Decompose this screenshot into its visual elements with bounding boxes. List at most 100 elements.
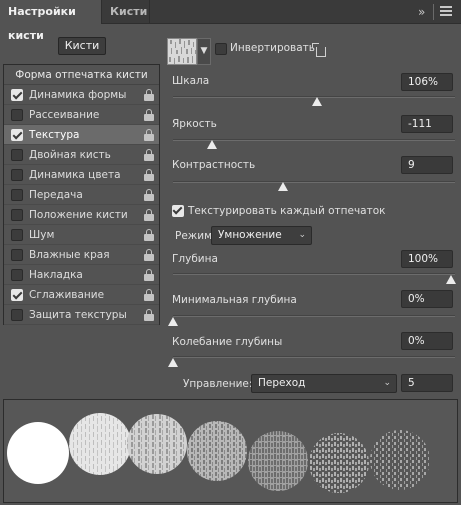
brush-option-item[interactable]: Динамика цвета: [4, 165, 159, 185]
brush-option-item[interactable]: Защита текстуры: [4, 305, 159, 325]
pattern-preview-icon: [168, 39, 196, 64]
brightness-label: Яркость: [172, 118, 217, 130]
brush-dab: [69, 413, 131, 475]
brush-dab: [187, 421, 247, 481]
contrast-slider-track[interactable]: [173, 181, 455, 183]
control-select[interactable]: Переход ⌄: [251, 374, 397, 393]
lock-icon[interactable]: [144, 149, 154, 161]
option-checkbox[interactable]: [11, 109, 23, 121]
brush-settings-list: Форма отпечатка кисти Динамика формы Расс…: [3, 64, 160, 325]
depth-jitter-slider-thumb[interactable]: [168, 358, 178, 367]
depth-jitter-input[interactable]: 0%: [401, 332, 453, 350]
lock-icon[interactable]: [144, 189, 154, 201]
depth-slider-track[interactable]: [173, 273, 455, 275]
mode-select[interactable]: Умножение ⌄: [211, 226, 312, 245]
mode-label: Режим:: [175, 230, 216, 242]
brightness-input[interactable]: -111: [401, 115, 453, 133]
double-chevron-right-icon[interactable]: »: [418, 5, 432, 19]
mode-select-value: Умножение: [218, 229, 282, 241]
brush-dabs-preview: [7, 413, 430, 493]
option-checkbox[interactable]: [11, 189, 23, 201]
min-depth-slider-thumb[interactable]: [168, 317, 178, 326]
option-label: Динамика цвета: [29, 169, 121, 181]
option-checkbox[interactable]: [11, 289, 23, 301]
lock-icon[interactable]: [144, 109, 154, 121]
tab-divider: [433, 4, 434, 20]
tab-brush-settings[interactable]: Настройки кисти: [0, 0, 102, 42]
min-depth-slider-track[interactable]: [173, 315, 455, 317]
brush-option-item[interactable]: Влажные края: [4, 245, 159, 265]
brush-stroke-preview: [3, 399, 458, 503]
brush-tip-shape-header[interactable]: Форма отпечатка кисти: [4, 65, 159, 85]
option-label: Положение кисти: [29, 209, 128, 221]
contrast-label: Контрастность: [172, 159, 256, 171]
brush-dab: [7, 422, 69, 484]
brush-dab: [248, 431, 308, 491]
invert-checkbox[interactable]: [215, 43, 227, 55]
brush-dab: [127, 414, 187, 474]
hamburger-menu-icon[interactable]: [440, 6, 452, 18]
option-checkbox[interactable]: [11, 229, 23, 241]
brush-option-item[interactable]: Динамика формы: [4, 85, 159, 105]
depth-slider-thumb[interactable]: [446, 275, 456, 284]
option-label: Рассеивание: [29, 109, 100, 121]
option-label: Шум: [29, 229, 55, 241]
option-checkbox[interactable]: [11, 89, 23, 101]
lock-icon[interactable]: [144, 89, 154, 101]
texture-pattern-swatch[interactable]: [167, 38, 197, 65]
lock-icon[interactable]: [144, 229, 154, 241]
lock-icon[interactable]: [144, 169, 154, 181]
texture-each-tip-label: Текстурировать каждый отпечаток: [188, 205, 386, 217]
option-checkbox[interactable]: [11, 149, 23, 161]
scale-input[interactable]: 106%: [401, 73, 453, 91]
brush-option-item[interactable]: Положение кисти: [4, 205, 159, 225]
brush-option-item[interactable]: Передача: [4, 185, 159, 205]
lock-icon[interactable]: [144, 249, 154, 261]
contrast-input[interactable]: 9: [401, 156, 453, 174]
tab-brushes[interactable]: Кисти: [102, 0, 150, 24]
lock-icon[interactable]: [144, 289, 154, 301]
option-checkbox[interactable]: [11, 249, 23, 261]
option-label: Сглаживание: [29, 289, 105, 301]
option-checkbox[interactable]: [11, 209, 23, 221]
brush-dab: [370, 430, 430, 490]
scale-label: Шкала: [172, 75, 210, 87]
reset-icon[interactable]: [312, 43, 326, 57]
chevron-down-icon: ⌄: [383, 378, 391, 388]
lock-icon[interactable]: [144, 129, 154, 141]
pattern-dropdown-button[interactable]: ▼: [197, 38, 211, 65]
scale-slider-thumb[interactable]: [311, 97, 322, 106]
depth-jitter-label: Колебание глубины: [172, 336, 283, 348]
brightness-slider-thumb[interactable]: [207, 140, 218, 149]
lock-icon[interactable]: [144, 209, 154, 221]
option-label: Влажные края: [29, 249, 110, 261]
control-select-value: Переход: [258, 377, 306, 389]
texture-each-tip-checkbox[interactable]: [172, 205, 184, 217]
min-depth-input[interactable]: 0%: [401, 290, 453, 308]
depth-jitter-slider-track[interactable]: [173, 356, 455, 358]
depth-input[interactable]: 100%: [401, 250, 453, 268]
option-label: Динамика формы: [29, 89, 127, 101]
option-checkbox[interactable]: [11, 309, 23, 321]
option-checkbox[interactable]: [11, 269, 23, 281]
contrast-slider-thumb[interactable]: [277, 182, 288, 191]
lock-icon[interactable]: [144, 309, 154, 321]
depth-label: Глубина: [172, 253, 218, 265]
chevron-down-icon: ⌄: [298, 230, 306, 240]
brush-option-item[interactable]: Накладка: [4, 265, 159, 285]
control-steps-input[interactable]: 5: [401, 374, 453, 392]
brush-option-item[interactable]: Двойная кисть: [4, 145, 159, 165]
brush-option-item[interactable]: Шум: [4, 225, 159, 245]
brushes-button[interactable]: Кисти: [58, 37, 106, 55]
brush-option-item[interactable]: Сглаживание: [4, 285, 159, 305]
lock-icon[interactable]: [144, 269, 154, 281]
option-label: Передача: [29, 189, 83, 201]
option-checkbox[interactable]: [11, 129, 23, 141]
invert-label: Инвертировать: [230, 42, 315, 54]
option-label: Накладка: [29, 269, 83, 281]
option-checkbox[interactable]: [11, 169, 23, 181]
control-label: Управление:: [183, 378, 253, 390]
brush-option-item[interactable]: Текстура: [4, 125, 159, 145]
brush-option-item[interactable]: Рассеивание: [4, 105, 159, 125]
option-label: Двойная кисть: [29, 149, 111, 161]
